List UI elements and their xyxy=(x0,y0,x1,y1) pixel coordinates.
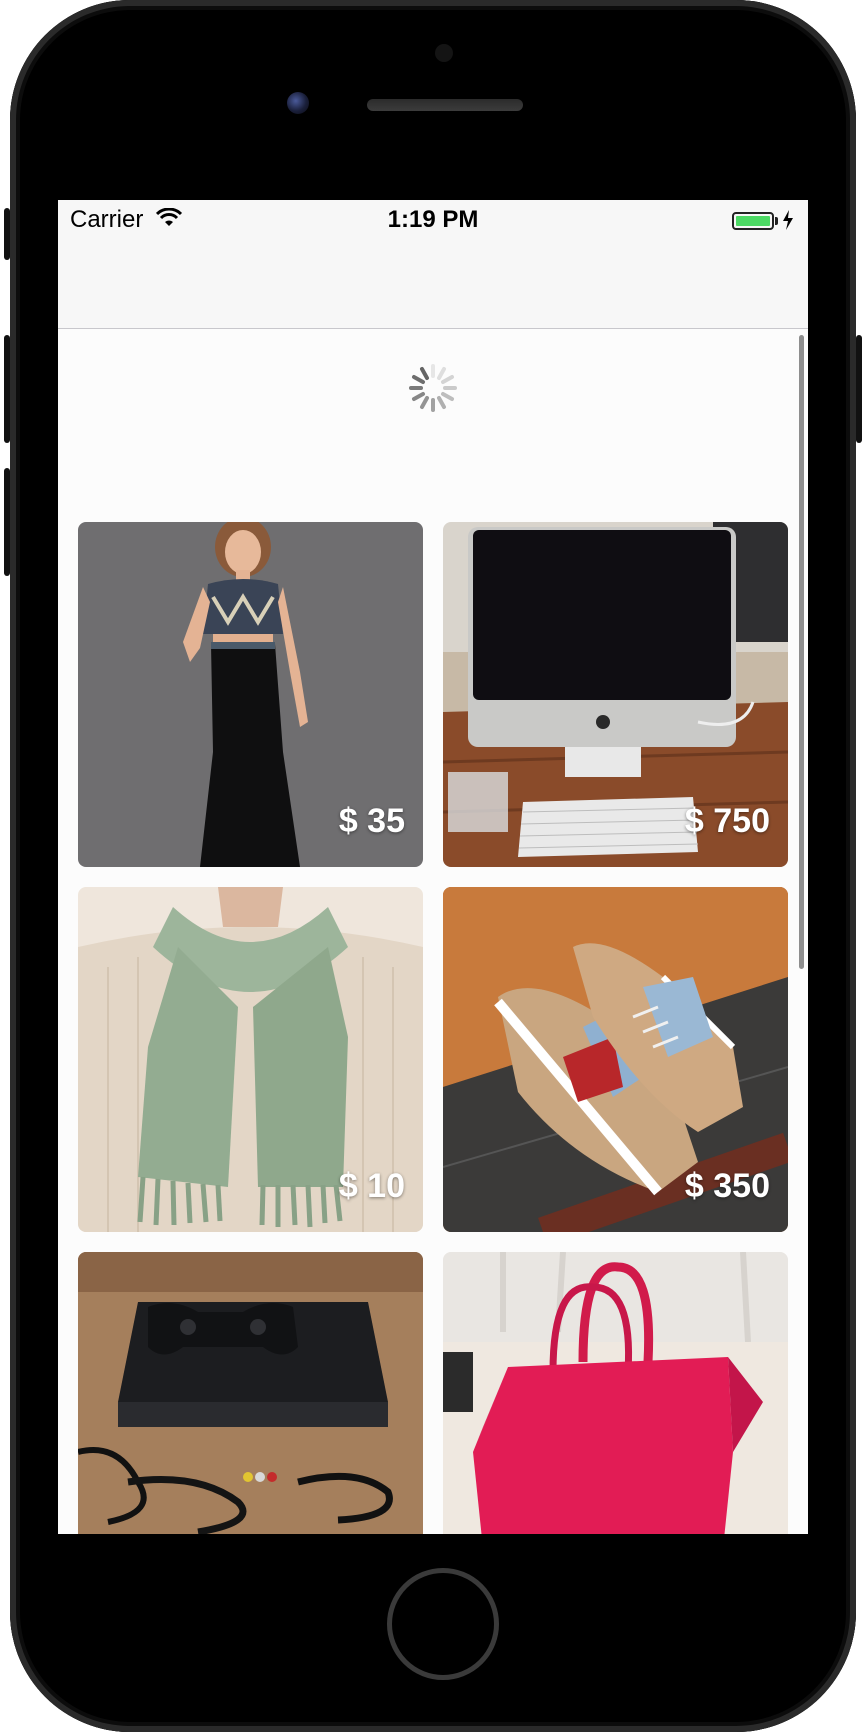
battery-level xyxy=(736,216,770,226)
status-time: 1:19 PM xyxy=(387,206,479,233)
scroll-indicator[interactable] xyxy=(799,335,804,969)
product-card-dress[interactable]: $ 35 xyxy=(78,522,423,867)
earpiece-speaker xyxy=(367,99,523,111)
status-bar: Carrier 1:19 PM xyxy=(58,200,808,240)
handbag-photo xyxy=(443,1252,788,1534)
product-card-imac[interactable]: $ 750 xyxy=(443,522,788,867)
product-feed[interactable]: $ 35 $ 750 $ 10 $ 350 xyxy=(58,329,808,1534)
navigation-bar xyxy=(58,240,808,329)
power-button xyxy=(856,335,862,443)
front-camera-icon xyxy=(287,92,309,114)
volume-up-button xyxy=(4,335,10,443)
volume-down-button xyxy=(4,468,10,576)
product-card-handbag[interactable] xyxy=(443,1252,788,1534)
console-photo xyxy=(78,1252,423,1534)
price-label: $ 35 xyxy=(338,802,405,840)
product-card-console[interactable] xyxy=(78,1252,423,1534)
loading-spinner-icon xyxy=(409,364,457,412)
battery-icon xyxy=(732,212,774,230)
price-label: $ 10 xyxy=(338,1167,405,1205)
app-screen: Carrier 1:19 PM $ 35 $ 750 $ 10 $ 350 xyxy=(58,200,808,1534)
price-label: $ 350 xyxy=(684,1167,770,1205)
price-label: $ 750 xyxy=(684,802,770,840)
product-card-scarf[interactable]: $ 10 xyxy=(78,887,423,1232)
silent-switch xyxy=(4,208,10,260)
charging-bolt-icon xyxy=(783,210,793,230)
battery-tip xyxy=(775,217,778,225)
proximity-sensor xyxy=(435,44,453,62)
home-button[interactable] xyxy=(387,1568,499,1680)
product-card-sneakers[interactable]: $ 350 xyxy=(443,887,788,1232)
